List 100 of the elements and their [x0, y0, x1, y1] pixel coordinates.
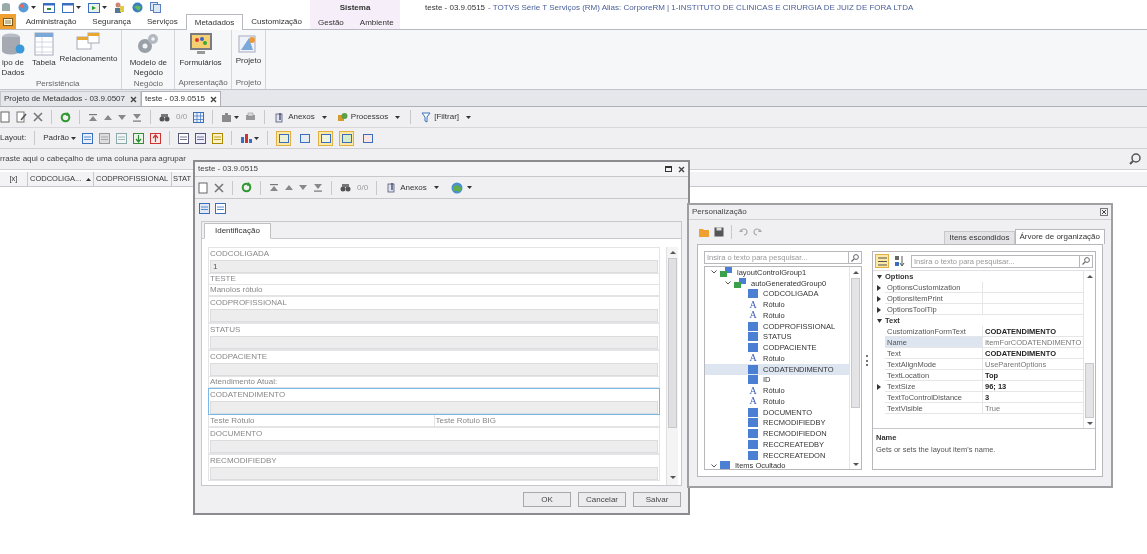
- up-icon[interactable]: [104, 114, 112, 120]
- input-field[interactable]: [210, 336, 658, 349]
- ribbon-button[interactable]: Relacionamento: [59, 32, 118, 64]
- import-icon[interactable]: [133, 132, 145, 144]
- alphabetical-view-button[interactable]: [893, 254, 907, 268]
- palette-screen-icon[interactable]: [188, 32, 213, 56]
- chevron-down-icon[interactable]: [710, 463, 717, 468]
- ribbon-group-label: Projeto: [234, 77, 263, 89]
- vertical-scrollbar[interactable]: [849, 267, 861, 469]
- grid-icon[interactable]: [193, 111, 205, 123]
- close-icon[interactable]: [130, 95, 137, 103]
- new-document-icon[interactable]: [0, 111, 10, 123]
- application-menu-button[interactable]: [0, 14, 17, 29]
- gears-icon[interactable]: [136, 32, 161, 56]
- ribbon-tab[interactable]: Administração: [17, 14, 85, 29]
- search-icon[interactable]: [1129, 153, 1141, 165]
- input-field[interactable]: [210, 467, 658, 480]
- binoculars-icon[interactable]: [340, 183, 351, 192]
- table-icon[interactable]: [116, 132, 128, 144]
- panel-tab[interactable]: Itens escondidos: [944, 231, 1015, 244]
- form-view-icon[interactable]: [199, 202, 210, 214]
- binoculars-icon[interactable]: [159, 112, 170, 122]
- refresh-icon[interactable]: [60, 111, 71, 123]
- ribbon-button[interactable]: Tabela: [32, 32, 56, 68]
- database-icon[interactable]: [1, 32, 25, 56]
- input-field[interactable]: [210, 309, 658, 322]
- ribbon-tab[interactable]: Serviços: [139, 14, 186, 29]
- dialog-button[interactable]: Cancelar: [578, 492, 626, 507]
- input-field[interactable]: 1: [210, 260, 658, 273]
- ribbon-button[interactable]: ipo de Dados: [0, 32, 28, 78]
- ribbon-tab[interactable]: Gestão: [310, 15, 352, 30]
- ribbon-group-label: Persistência: [34, 78, 81, 89]
- edit-icon[interactable]: [16, 111, 27, 123]
- processes-button[interactable]: Processos: [334, 109, 403, 125]
- table-icon[interactable]: [33, 32, 54, 56]
- new-document-icon[interactable]: [198, 181, 208, 194]
- vertical-scrollbar[interactable]: [666, 247, 678, 485]
- close-icon[interactable]: [678, 165, 685, 173]
- first-record-icon[interactable]: [88, 112, 98, 122]
- copy-icon[interactable]: [150, 2, 161, 13]
- expanded-arrow-icon[interactable]: [876, 274, 882, 279]
- refresh-icon[interactable]: [241, 182, 252, 193]
- dialog-button[interactable]: OK: [523, 492, 571, 507]
- first-record-icon[interactable]: [269, 183, 279, 192]
- caret-icon[interactable]: [76, 6, 81, 9]
- bar-chart-icon[interactable]: [240, 133, 253, 143]
- panel-tab[interactable]: Árvore de organização: [1014, 229, 1105, 244]
- last-record-icon[interactable]: [132, 112, 142, 122]
- view-toggle-button[interactable]: [339, 130, 355, 146]
- vertical-scrollbar[interactable]: [1083, 271, 1095, 428]
- expanded-arrow-icon[interactable]: [876, 318, 882, 323]
- last-record-icon[interactable]: [313, 183, 323, 192]
- ribbon-button[interactable]: Projeto: [235, 32, 262, 66]
- down-icon[interactable]: [299, 185, 307, 190]
- collapsed-arrow-icon[interactable]: [877, 383, 881, 390]
- caret-icon[interactable]: [31, 6, 36, 9]
- save-icon[interactable]: [714, 227, 724, 237]
- form-tab[interactable]: Identificação: [204, 223, 271, 239]
- window-icon[interactable]: [62, 2, 74, 13]
- input-field[interactable]: [210, 440, 658, 453]
- export-arrow-icon[interactable]: [150, 132, 162, 144]
- ribbon-group-label: Apresentação: [177, 77, 229, 89]
- delete-icon[interactable]: [33, 112, 43, 122]
- ribbon-tab[interactable]: Customização: [243, 14, 310, 29]
- caret-icon[interactable]: [234, 115, 240, 119]
- search-button[interactable]: [1080, 254, 1093, 268]
- document-tab[interactable]: Projeto de Metadados - 03.9.0507: [0, 91, 141, 106]
- input-field[interactable]: [210, 401, 658, 414]
- close-icon[interactable]: [1100, 208, 1108, 216]
- attachments-button[interactable]: Anexos: [385, 179, 441, 196]
- ribbon-button[interactable]: Formulários: [179, 32, 222, 68]
- search-button[interactable]: [849, 251, 862, 264]
- layout-preset-dropdown[interactable]: Padrão: [43, 132, 77, 144]
- input-field[interactable]: [210, 363, 658, 376]
- ribbon-button[interactable]: Modelo de Negócio: [126, 32, 171, 78]
- down-icon[interactable]: [118, 114, 126, 120]
- ribbon-tab[interactable]: Segurança: [84, 14, 140, 29]
- printer-icon[interactable]: [245, 112, 257, 122]
- view-toggle-button[interactable]: [318, 130, 334, 146]
- database-icon[interactable]: [1, 2, 11, 13]
- close-icon[interactable]: [210, 95, 218, 103]
- ribbon-tab[interactable]: Metadados: [185, 14, 244, 30]
- list-icon[interactable]: [178, 132, 190, 144]
- document-tab[interactable]: teste - 03.9.0515: [141, 91, 222, 106]
- caret-icon[interactable]: [102, 6, 107, 9]
- attachments-button[interactable]: Anexos: [273, 109, 329, 125]
- dialog-button[interactable]: Salvar: [633, 492, 681, 507]
- ribbon-tab[interactable]: Ambiente: [351, 15, 402, 30]
- view-toggle-button[interactable]: [276, 130, 292, 146]
- delete-icon[interactable]: [214, 182, 224, 193]
- caret-icon[interactable]: [254, 136, 260, 140]
- filter-button[interactable]: [Filtrar]: [419, 109, 474, 125]
- up-icon[interactable]: [285, 185, 293, 190]
- categorized-view-button[interactable]: [875, 254, 889, 268]
- globe-icon[interactable]: [132, 2, 143, 13]
- maximize-icon[interactable]: [665, 166, 672, 172]
- window-icon[interactable]: [43, 2, 55, 13]
- play-window-icon[interactable]: [88, 2, 100, 13]
- grid-view-icon[interactable]: [215, 202, 226, 214]
- columns-icon[interactable]: [99, 132, 111, 144]
